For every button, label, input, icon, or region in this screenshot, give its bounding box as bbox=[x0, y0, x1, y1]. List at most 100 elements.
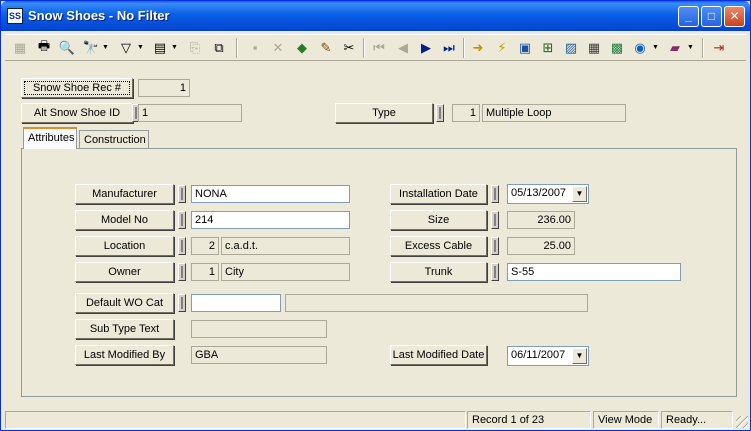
type-value: Multiple Loop bbox=[482, 104, 626, 122]
save-icon[interactable]: ▪ bbox=[245, 37, 265, 58]
paste-record-icon[interactable]: ⧉ bbox=[209, 37, 229, 58]
find-dropdown-icon[interactable]: ▼ bbox=[102, 44, 109, 51]
filter-dropdown-icon[interactable]: ▼ bbox=[137, 44, 144, 51]
location-button[interactable]: Location bbox=[75, 236, 174, 256]
tab-attributes[interactable]: Attributes bbox=[23, 127, 77, 149]
calculator-icon[interactable]: ▦ bbox=[584, 37, 604, 58]
map-icon[interactable]: ▣ bbox=[515, 37, 535, 58]
toolbar-separator bbox=[702, 38, 704, 58]
model-no-handle[interactable] bbox=[178, 211, 186, 229]
installation-date-handle[interactable] bbox=[491, 185, 499, 203]
default-wo-cat-code[interactable] bbox=[191, 294, 281, 312]
type-button[interactable]: Type bbox=[335, 103, 433, 123]
type-handle[interactable] bbox=[436, 104, 444, 122]
goto-icon[interactable]: ➜ bbox=[468, 37, 488, 58]
filter-icon[interactable]: ▽ bbox=[116, 37, 136, 58]
previous-record-icon[interactable]: ◀ bbox=[393, 37, 413, 58]
report-dropdown-icon[interactable]: ▼ bbox=[171, 44, 178, 51]
chevron-down-icon[interactable]: ▼ bbox=[572, 186, 587, 202]
book-dropdown-icon[interactable]: ▼ bbox=[687, 44, 694, 51]
excess-cable-value: 25.00 bbox=[507, 237, 575, 255]
new-record-icon[interactable]: ▦ bbox=[10, 37, 30, 58]
window-title: Snow Shoes - No Filter bbox=[28, 8, 170, 23]
toolbar: ▦ 🖶 🔍 🔭 ▼ ▽ ▼ ▤ ▼ ⎘ ⧉ ▪ ✕ ◆ ✎ ✂ ⏮ ◀ ▶ ⏭ … bbox=[5, 34, 746, 61]
globe-icon[interactable]: ◉ bbox=[630, 37, 650, 58]
toolbar-separator bbox=[236, 38, 238, 58]
report-icon[interactable]: ▤ bbox=[150, 37, 170, 58]
model-no-button[interactable]: Model No bbox=[75, 210, 174, 230]
location-handle[interactable] bbox=[178, 237, 186, 255]
main-window: SS Snow Shoes - No Filter _ □ ✕ ▦ 🖶 🔍 🔭 … bbox=[0, 0, 751, 431]
sub-type-text-field bbox=[191, 320, 327, 338]
last-modified-by-field: GBA bbox=[191, 346, 327, 364]
alt-snow-shoe-id-button[interactable]: Alt Snow Shoe ID bbox=[21, 103, 133, 123]
last-modified-by-button[interactable]: Last Modified By bbox=[75, 345, 174, 365]
copy-record-icon[interactable]: ⎘ bbox=[185, 37, 205, 58]
sub-type-text-button[interactable]: Sub Type Text bbox=[75, 319, 174, 339]
trunk-button[interactable]: Trunk bbox=[390, 262, 487, 282]
title-bar[interactable]: SS Snow Shoes - No Filter _ □ ✕ bbox=[1, 1, 750, 31]
size-button[interactable]: Size bbox=[390, 210, 487, 230]
last-record-icon[interactable]: ⏭ bbox=[439, 37, 459, 58]
manufacturer-button[interactable]: Manufacturer bbox=[75, 184, 174, 204]
resize-grip-icon[interactable] bbox=[736, 416, 748, 428]
print-icon[interactable]: 🖶 bbox=[34, 37, 54, 58]
hierarchy-icon[interactable]: ⊞ bbox=[538, 37, 558, 58]
status-message bbox=[5, 411, 466, 429]
toolbar-separator bbox=[363, 38, 365, 58]
default-wo-cat-value bbox=[285, 294, 588, 312]
model-no-field[interactable]: 214 bbox=[191, 211, 350, 229]
toolbar-separator bbox=[463, 38, 465, 58]
layers-icon[interactable]: ◆ bbox=[292, 37, 312, 58]
excess-cable-button[interactable]: Excess Cable bbox=[390, 236, 487, 256]
delete-icon[interactable]: ✕ bbox=[268, 37, 288, 58]
default-wo-cat-handle[interactable] bbox=[178, 294, 186, 312]
next-record-icon[interactable]: ▶ bbox=[416, 37, 436, 58]
default-wo-cat-button[interactable]: Default WO Cat bbox=[75, 293, 174, 313]
trunk-handle[interactable] bbox=[491, 263, 499, 281]
chart-icon[interactable]: ▨ bbox=[561, 37, 581, 58]
installation-date-picker[interactable]: 05/13/2007 ▼ bbox=[507, 184, 589, 204]
cut-icon[interactable]: ✂ bbox=[339, 37, 359, 58]
trunk-field[interactable]: S-55 bbox=[507, 263, 681, 281]
owner-handle[interactable] bbox=[178, 263, 186, 281]
manufacturer-field[interactable]: NONA bbox=[191, 185, 350, 203]
size-value: 236.00 bbox=[507, 211, 575, 229]
find-icon[interactable]: 🔭 bbox=[81, 37, 101, 58]
location-value: c.a.d.t. bbox=[221, 237, 350, 255]
installation-date-value: 05/13/2007 bbox=[511, 187, 567, 199]
record-position: Record 1 of 23 bbox=[467, 411, 591, 429]
minimize-button[interactable]: _ bbox=[678, 6, 699, 27]
exit-icon[interactable]: ⇥ bbox=[709, 37, 729, 58]
close-button[interactable]: ✕ bbox=[724, 6, 745, 27]
alt-snow-shoe-id-value: 1 bbox=[138, 104, 242, 122]
view-mode: View Mode bbox=[593, 411, 659, 429]
first-record-icon[interactable]: ⏮ bbox=[369, 37, 389, 58]
last-modified-date-button[interactable]: Last Modified Date bbox=[390, 345, 487, 365]
edit-icon[interactable]: ✎ bbox=[316, 37, 336, 58]
snow-shoe-rec-value: 1 bbox=[138, 79, 190, 97]
print-preview-icon[interactable]: 🔍 bbox=[57, 37, 77, 58]
lightning-icon[interactable]: ⚡ bbox=[492, 37, 512, 58]
gis-icon[interactable]: ▩ bbox=[607, 37, 627, 58]
size-handle[interactable] bbox=[491, 211, 499, 229]
owner-button[interactable]: Owner bbox=[75, 262, 174, 282]
owner-value: City bbox=[221, 263, 350, 281]
manufacturer-handle[interactable] bbox=[178, 185, 186, 203]
location-code: 2 bbox=[191, 237, 219, 255]
last-modified-date-picker[interactable]: 06/11/2007 ▼ bbox=[507, 346, 589, 366]
chevron-down-icon[interactable]: ▼ bbox=[572, 348, 587, 364]
app-icon[interactable]: SS bbox=[7, 8, 23, 24]
installation-date-button[interactable]: Installation Date bbox=[390, 184, 487, 204]
excess-cable-handle[interactable] bbox=[491, 237, 499, 255]
tab-construction[interactable]: Construction bbox=[79, 130, 149, 150]
book-icon[interactable]: ▰ bbox=[665, 37, 685, 58]
last-modified-date-value: 06/11/2007 bbox=[511, 349, 566, 361]
status-bar: Record 1 of 23 View Mode Ready... bbox=[1, 409, 750, 430]
owner-code: 1 bbox=[191, 263, 219, 281]
globe-dropdown-icon[interactable]: ▼ bbox=[652, 44, 659, 51]
type-code: 1 bbox=[452, 104, 480, 122]
ready-status: Ready... bbox=[661, 411, 733, 429]
maximize-button[interactable]: □ bbox=[701, 6, 722, 27]
snow-shoe-rec-button[interactable]: Snow Shoe Rec # bbox=[21, 78, 133, 98]
